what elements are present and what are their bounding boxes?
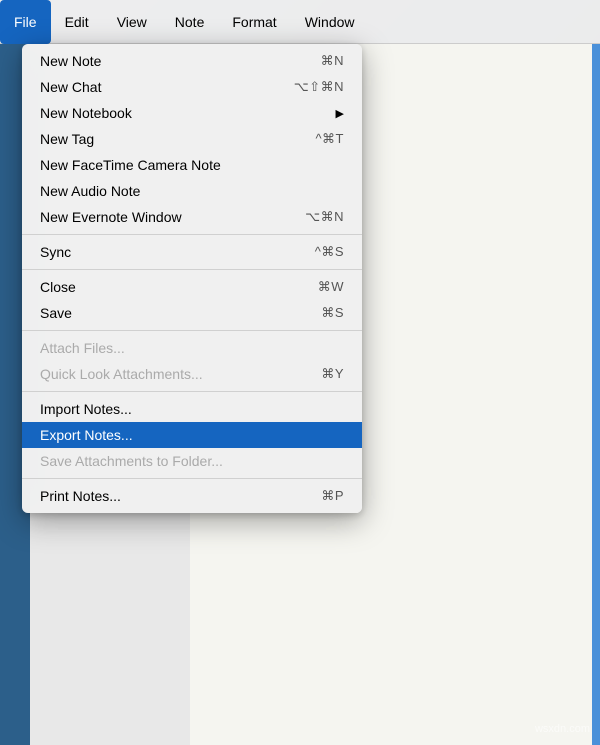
menu-item-shortcut: ⌘Y <box>321 366 344 382</box>
menu-item-label: Import Notes... <box>40 401 344 417</box>
menu-item-label: Attach Files... <box>40 340 344 356</box>
menu-item-shortcut: ^⌘T <box>315 131 344 147</box>
menu-item-shortcut: ⌘P <box>321 488 344 504</box>
menubar: File Edit View Note Format Window <box>0 0 600 44</box>
menu-item-shortcut: ⌥⇧⌘N <box>294 79 344 95</box>
menu-item-new-evernote-window[interactable]: New Evernote Window ⌥⌘N <box>22 204 362 230</box>
menubar-window[interactable]: Window <box>291 0 369 44</box>
menu-item-import-notes-[interactable]: Import Notes... <box>22 396 362 422</box>
menu-item-print-notes-[interactable]: Print Notes... ⌘P <box>22 483 362 509</box>
menubar-view[interactable]: View <box>103 0 161 44</box>
menu-separator-9 <box>22 269 362 270</box>
menubar-file[interactable]: File <box>0 0 51 44</box>
menu-item-attach-files-: Attach Files... <box>22 335 362 361</box>
menu-item-shortcut: ^⌘S <box>315 244 344 260</box>
menubar-edit[interactable]: Edit <box>51 0 103 44</box>
menu-separator-15 <box>22 391 362 392</box>
menu-item-label: New Notebook <box>40 105 326 121</box>
menu-item-new-chat[interactable]: New Chat ⌥⇧⌘N <box>22 74 362 100</box>
menu-item-label: New Audio Note <box>40 183 344 199</box>
menu-separator-7 <box>22 234 362 235</box>
menu-item-label: New Tag <box>40 131 295 147</box>
watermark: wsxdn.com <box>535 723 590 735</box>
menu-item-label: Save Attachments to Folder... <box>40 453 344 469</box>
menu-item-shortcut: ⌥⌘N <box>305 209 344 225</box>
menu-item-label: Close <box>40 279 298 295</box>
menu-item-label: Print Notes... <box>40 488 301 504</box>
menu-item-label: New Evernote Window <box>40 209 285 225</box>
menu-item-shortcut: ⌘W <box>318 279 344 295</box>
submenu-arrow-icon: ▶ <box>336 107 344 120</box>
menu-separator-19 <box>22 478 362 479</box>
menu-item-save-attachments-to-folder-: Save Attachments to Folder... <box>22 448 362 474</box>
menu-item-new-audio-note[interactable]: New Audio Note <box>22 178 362 204</box>
menu-item-close[interactable]: Close ⌘W <box>22 274 362 300</box>
right-accent-panel <box>592 44 600 745</box>
menu-item-quick-look-attachments-: Quick Look Attachments... ⌘Y <box>22 361 362 387</box>
menu-item-new-facetime-camera-note[interactable]: New FaceTime Camera Note <box>22 152 362 178</box>
menu-item-new-tag[interactable]: New Tag ^⌘T <box>22 126 362 152</box>
menu-item-label: Sync <box>40 244 295 260</box>
menu-item-label: Save <box>40 305 301 321</box>
menu-item-label: Quick Look Attachments... <box>40 366 301 382</box>
menu-item-shortcut: ⌘S <box>321 305 344 321</box>
menu-item-label: New FaceTime Camera Note <box>40 157 344 173</box>
menu-item-sync[interactable]: Sync ^⌘S <box>22 239 362 265</box>
menu-item-new-note[interactable]: New Note ⌘N <box>22 48 362 74</box>
menu-item-label: Export Notes... <box>40 427 344 443</box>
menu-item-export-notes-[interactable]: Export Notes... <box>22 422 362 448</box>
menu-item-label: New Note <box>40 53 301 69</box>
menu-item-label: New Chat <box>40 79 274 95</box>
menu-separator-12 <box>22 330 362 331</box>
menubar-format[interactable]: Format <box>218 0 290 44</box>
menu-item-save[interactable]: Save ⌘S <box>22 300 362 326</box>
menu-item-shortcut: ⌘N <box>321 53 344 69</box>
menubar-note[interactable]: Note <box>161 0 219 44</box>
file-menu-dropdown: New Note ⌘N New Chat ⌥⇧⌘N New Notebook ▶ New T… <box>22 44 362 513</box>
menu-item-new-notebook[interactable]: New Notebook ▶ <box>22 100 362 126</box>
